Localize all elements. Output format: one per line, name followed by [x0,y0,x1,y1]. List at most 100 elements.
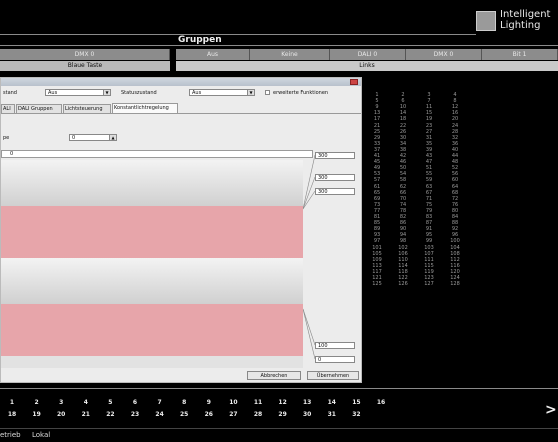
grid-number[interactable]: 1 [368,92,386,98]
grid-number[interactable]: 117 [368,269,386,275]
grid-number[interactable]: 74 [394,202,412,208]
grid-number[interactable]: 43 [420,153,438,159]
grid-number[interactable]: 21 [368,123,386,129]
grid-number[interactable]: 72 [446,196,464,202]
grid-number[interactable]: 26 [394,129,412,135]
grid-number[interactable]: 3 [420,92,438,98]
grid-number[interactable]: 45 [368,159,386,165]
grid-number[interactable]: 37 [368,147,386,153]
channel-button[interactable]: 11 [249,399,267,406]
grid-number[interactable]: 25 [368,129,386,135]
grid-number[interactable]: 59 [420,177,438,183]
grid-number[interactable]: 69 [368,196,386,202]
grid-number[interactable]: 11 [420,104,438,110]
grid-number[interactable]: 71 [420,196,438,202]
value-box-1[interactable]: 300 [315,152,355,159]
value-box-5[interactable]: 0 [315,356,355,363]
grid-number[interactable]: 113 [368,263,386,269]
grid-number[interactable]: 119 [420,269,438,275]
grid-number[interactable]: 17 [368,116,386,122]
grid-number[interactable]: 44 [446,153,464,159]
grid-number[interactable]: 78 [394,208,412,214]
grid-number[interactable]: 12 [446,104,464,110]
channel-button[interactable]: 18 [3,411,21,418]
col-header-mode[interactable]: Keine [250,49,330,60]
grid-number[interactable]: 30 [394,135,412,141]
channel-button[interactable]: 19 [28,411,46,418]
grid-number[interactable]: 97 [368,238,386,244]
grid-number[interactable]: 114 [394,263,412,269]
grid-number[interactable]: 70 [394,196,412,202]
col-header-dali[interactable]: DALI 0 [330,49,406,60]
grid-number[interactable]: 10 [394,104,412,110]
state-select[interactable]: Aus ▼ [189,89,255,96]
grid-number[interactable]: 67 [420,190,438,196]
grid-number[interactable]: 58 [394,177,412,183]
grid-number[interactable]: 29 [368,135,386,141]
grid-number[interactable]: 66 [394,190,412,196]
channel-button[interactable]: 30 [298,411,316,418]
grid-number[interactable]: 38 [394,147,412,153]
channel-button[interactable]: 10 [224,399,242,406]
grid-number[interactable]: 80 [446,208,464,214]
channel-button[interactable]: 5 [101,399,119,406]
channel-button[interactable]: 28 [249,411,267,418]
grid-number[interactable]: 101 [368,245,386,251]
grid-number[interactable]: 2 [394,92,412,98]
grid-number[interactable]: 93 [368,232,386,238]
grid-number[interactable]: 47 [420,159,438,165]
value-box-3[interactable]: 300 [315,188,355,195]
grid-number[interactable]: 5 [368,98,386,104]
status-select[interactable]: Aus ▼ [45,89,111,96]
channel-button[interactable]: 20 [52,411,70,418]
next-arrow-button[interactable]: > [545,402,557,418]
channel-button[interactable]: 26 [200,411,218,418]
grid-number[interactable]: 92 [446,226,464,232]
grid-number[interactable]: 118 [394,269,412,275]
value-box-4[interactable]: 100 [315,342,355,349]
channel-button[interactable]: 31 [323,411,341,418]
channel-button[interactable]: 4 [77,399,95,406]
grid-number[interactable]: 64 [446,184,464,190]
grid-number[interactable]: 46 [394,159,412,165]
grid-number[interactable]: 55 [420,171,438,177]
grid-number[interactable]: 106 [394,251,412,257]
grid-number[interactable]: 65 [368,190,386,196]
grid-number[interactable]: 102 [394,245,412,251]
grid-number[interactable]: 41 [368,153,386,159]
grid-number[interactable]: 15 [420,110,438,116]
grid-number[interactable]: 19 [420,116,438,122]
grid-number[interactable]: 49 [368,165,386,171]
grid-number[interactable]: 123 [420,275,438,281]
grid-number[interactable]: 53 [368,171,386,177]
grid-number[interactable]: 108 [446,251,464,257]
channel-button[interactable]: 2 [28,399,46,406]
tab-dali-groups[interactable]: DALI Gruppen [16,104,62,113]
grid-number[interactable]: 98 [394,238,412,244]
type-stepper[interactable]: 0 ▲ [69,134,117,141]
grid-number[interactable]: 62 [394,184,412,190]
grid-number[interactable]: 13 [368,110,386,116]
grid-number[interactable]: 61 [368,184,386,190]
grid-number[interactable]: 40 [446,147,464,153]
apply-button[interactable]: Übernehmen [307,371,359,380]
channel-button[interactable]: 32 [347,411,365,418]
grid-number[interactable]: 48 [446,159,464,165]
grid-number[interactable]: 103 [420,245,438,251]
sub-header-key[interactable]: Blaue Taste [0,61,170,71]
grid-number[interactable]: 81 [368,214,386,220]
grid-number[interactable]: 39 [420,147,438,153]
grid-number[interactable]: 128 [446,281,464,287]
grid-number[interactable]: 87 [420,220,438,226]
grid-number[interactable]: 110 [394,257,412,263]
grid-number[interactable]: 112 [446,257,464,263]
grid-number[interactable]: 57 [368,177,386,183]
grid-number[interactable]: 115 [420,263,438,269]
grid-number[interactable]: 79 [420,208,438,214]
grid-number[interactable]: 75 [420,202,438,208]
channel-button[interactable]: 29 [274,411,292,418]
close-icon[interactable] [350,79,358,85]
channel-button[interactable]: 3 [52,399,70,406]
col-header-bit[interactable]: Bit 1 [482,49,558,60]
grid-number[interactable]: 52 [446,165,464,171]
